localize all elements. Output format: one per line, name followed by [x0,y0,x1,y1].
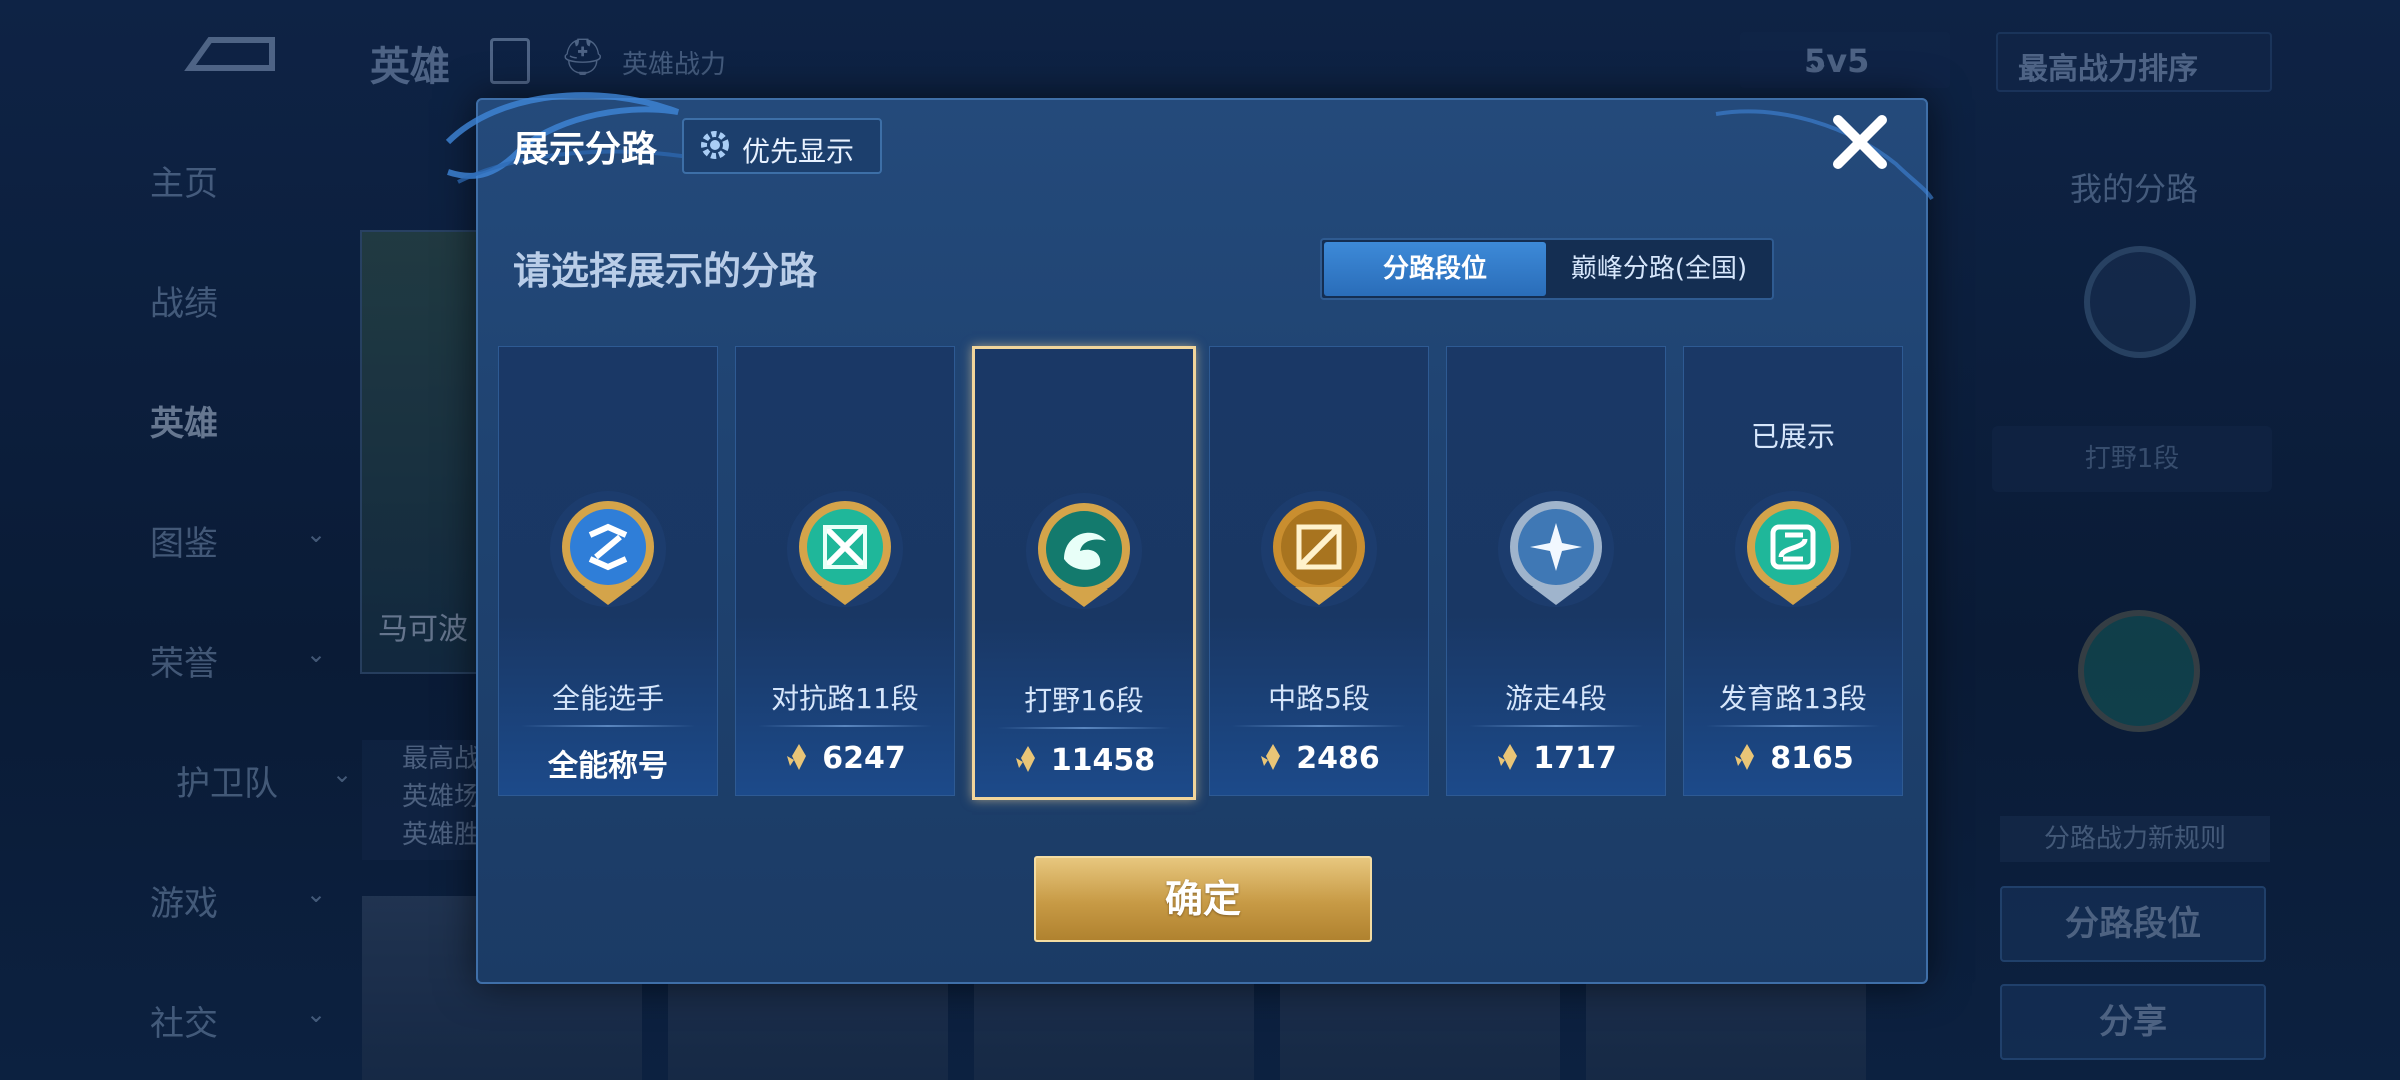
sidebar-item-home[interactable]: 主页 [150,156,350,205]
power-icon [1015,746,1035,772]
power-icon [787,744,807,770]
lane-power: 1717 [1447,741,1665,776]
clash-lane-emblem-icon [787,491,903,607]
sidebar-item-codex[interactable]: 图鉴 ⌄ [150,516,350,565]
power-value: 6247 [822,741,906,776]
divider [758,725,932,727]
sidebar-item-label: 游戏 [150,884,218,924]
hero-stat: 最高战 [402,744,481,774]
mode-select[interactable]: 5v5 ⌄ [1740,32,1950,88]
close-icon[interactable] [1828,110,1892,174]
share-button[interactable]: 分享 [2000,984,2266,1060]
sidebar-item-label: 护卫队 [176,764,278,804]
sidebar-item-honor[interactable]: 荣誉 ⌄ [150,636,350,685]
lane-card-all-round[interactable]: 全能选手 全能称号 [498,346,718,796]
decorative-swirl [1715,109,1934,201]
sidebar-item-game[interactable]: 游戏 ⌄ [150,876,350,925]
roam-emblem-icon [1498,491,1614,607]
hero-stat: 英雄胜 [402,820,481,850]
sidebar-item-label: 英雄 [150,404,218,444]
lane-card-farm[interactable]: 已展示 发育路13段 8165 [1683,346,1903,796]
divider [1469,725,1643,727]
lane-card-clash[interactable]: 对抗路11段 6247 [735,346,955,796]
lane-name: 中路5段 [1268,682,1370,715]
all-round-emblem-icon [550,491,666,607]
lane-value: 全能称号 [499,741,717,785]
jungle-emblem-icon [1026,493,1142,609]
chevron-down-icon: ⌄ [2018,44,2044,79]
lane-name: 全能选手 [551,682,664,715]
power-value: 2486 [1296,741,1380,776]
lane-power: 6247 [736,741,954,776]
hero-stats: 最高战 英雄场 英雄胜 [362,740,482,860]
chevron-down-icon: ⌄ [306,880,327,908]
mid-lane-emblem-icon [1261,491,1377,607]
lane-display-dialog: 展示分路 优先显示 请选择展示的分路 分路段位 巅峰分路(全国) 全能选手 全能… [445,92,1934,984]
sidebar-item-label: 主页 [150,164,218,204]
shown-badge: 已展示 [1750,420,1835,453]
power-value: 1717 [1533,741,1617,776]
priority-display-button[interactable]: 优先显示 [682,118,882,174]
helmet-icon: ⛑ [560,37,606,78]
chevron-down-icon: ⌄ [306,520,327,548]
jungle-emblem-icon [2084,246,2196,358]
dialog-title: 展示分路 [513,129,658,170]
tab-lane-rank[interactable]: 分路段位 [1324,242,1546,296]
confirm-button[interactable]: 确定 [1034,856,1372,942]
divider [997,727,1171,729]
lane-power: 2486 [1210,741,1428,776]
divider [1706,725,1880,727]
lane-name: 游走4段 [1505,682,1607,715]
lane-rank-button[interactable]: 分路段位 [2000,886,2266,962]
sidebar-item-label: 图鉴 [150,524,218,564]
hero-power-label[interactable]: 英雄战力 [622,44,726,81]
priority-display-label: 优先显示 [742,135,855,168]
power-icon [1261,744,1281,770]
lane-name: 打野16段 [1024,684,1144,717]
sidebar-item-record[interactable]: 战绩 [150,276,350,325]
divider [1232,725,1406,727]
power-value: 11458 [1050,743,1156,778]
chevron-down-icon: ⌄ [306,1000,327,1028]
lane-card-roam[interactable]: 游走4段 1717 [1446,346,1666,796]
farm-lane-emblem-icon [2078,610,2200,732]
divider [521,725,695,727]
sidebar-item-label: 战绩 [150,284,218,324]
list-icon[interactable] [490,38,530,84]
sidebar-item-hero[interactable]: 英雄 [150,396,350,445]
sidebar-item-social[interactable]: 社交 ⌄ [150,996,350,1045]
lane-power-rule-link[interactable]: 分路战力新规则 [2000,816,2270,862]
rank-type-toggle: 分路段位 巅峰分路(全国) [1320,238,1774,300]
sidebar-item-label: 荣誉 [150,644,218,684]
dialog-prompt: 请选择展示的分路 [513,249,818,293]
all-round-title: 全能称号 [548,749,668,784]
sidebar-item-guard[interactable]: 护卫队 ⌄ [176,756,376,805]
chevron-down-icon: ⌄ [1804,42,1831,80]
lane-power: 8165 [1684,741,1902,776]
hero-stat: 英雄场 [402,782,481,812]
chevron-down-icon: ⌄ [306,640,327,668]
lane-name: 对抗路11段 [771,682,919,715]
tab-peak-lane[interactable]: 巅峰分路(全国) [1548,242,1770,296]
farm-lane-emblem-icon [1735,491,1851,607]
hero-name: 马可波 [378,612,468,647]
gear-icon [701,131,729,159]
power-icon [1735,744,1755,770]
sidebar-item-label: 社交 [150,1004,218,1044]
lane-card-mid[interactable]: 中路5段 2486 [1209,346,1429,796]
sort-select[interactable]: 最高战力排序 ⌄ [1996,32,2272,92]
my-lane-label: 我的分路 [2070,170,2199,208]
power-icon [1498,744,1518,770]
lane-card-jungle[interactable]: 打野16段 11458 [972,346,1196,800]
lane-name: 发育路13段 [1719,682,1867,715]
my-lane-rank: 打野1段 [1992,426,2272,492]
lane-power: 11458 [975,743,1193,778]
chevron-down-icon: ⌄ [332,760,353,788]
power-value: 8165 [1770,741,1854,776]
back-icon[interactable] [180,30,280,80]
